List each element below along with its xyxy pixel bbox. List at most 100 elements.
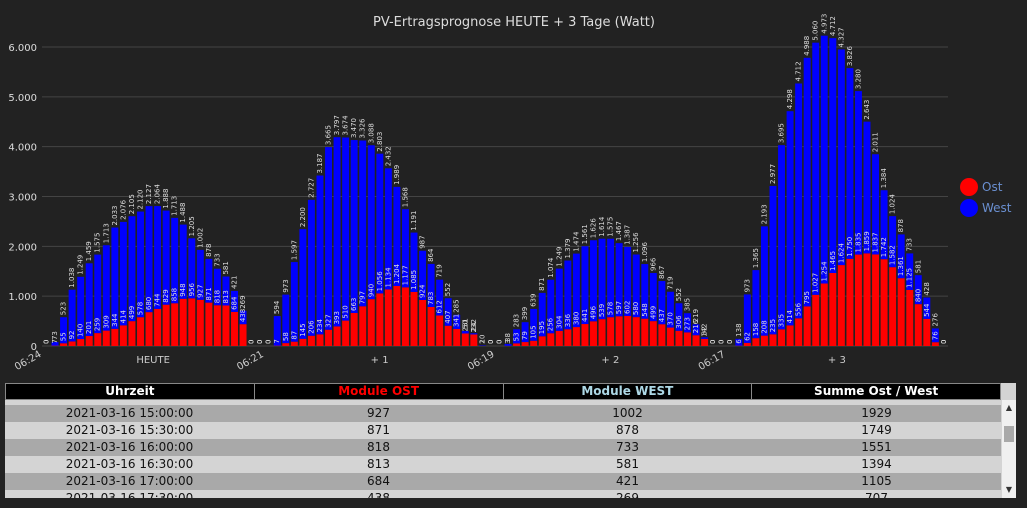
table-body[interactable]: 2021-03-16 15:00:00 927 1002 1929 2021-03-16… bbox=[5, 405, 1001, 498]
data-label-west: 733 bbox=[213, 253, 221, 266]
data-label-west: 1.459 bbox=[85, 241, 93, 261]
bar-ost bbox=[427, 306, 435, 346]
data-label-ost: 6 bbox=[735, 339, 743, 344]
bar-ost bbox=[590, 321, 597, 346]
x-axis-ticks: 06:24 HEUTE 06:21 + 1 06:19 + 2 06:17 + 3 bbox=[13, 349, 846, 373]
data-label-ost: 327 bbox=[325, 314, 333, 327]
bar-ost bbox=[137, 317, 144, 346]
data-label-ost: 438 bbox=[239, 309, 247, 322]
bar-ost bbox=[205, 302, 213, 346]
data-label-west: 0 bbox=[709, 340, 717, 344]
bar-ost bbox=[513, 343, 521, 346]
data-label-ost: 1.582 bbox=[889, 245, 897, 265]
data-label-west: 1.205 bbox=[188, 216, 196, 236]
bar-ost bbox=[666, 327, 674, 346]
data-label-west: 973 bbox=[743, 279, 751, 292]
col-header-sum: Summe Ost / West bbox=[814, 384, 939, 398]
data-label-ost: 1.085 bbox=[410, 270, 418, 290]
bar-ost bbox=[649, 321, 657, 346]
scroll-down-icon[interactable]: ▼ bbox=[1002, 484, 1016, 496]
table-scrollbar[interactable]: ▲ ▼ bbox=[1002, 400, 1016, 498]
bar-ost bbox=[231, 311, 238, 346]
table-row[interactable]: 2021-03-16 17:00:00 684 421 1105 bbox=[5, 473, 1001, 490]
data-label-west: 219 bbox=[692, 309, 700, 322]
bar-ost bbox=[547, 333, 555, 346]
x-tick-day: + 2 bbox=[601, 355, 619, 366]
data-label-ost: 602 bbox=[624, 301, 632, 314]
data-label-west: 0 bbox=[42, 340, 50, 344]
bar-ost bbox=[94, 333, 102, 346]
data-label-ost: 53 bbox=[513, 332, 521, 341]
bar-west bbox=[795, 83, 803, 319]
col-header-east: Module OST bbox=[255, 384, 504, 399]
scroll-up-icon[interactable]: ▲ bbox=[1002, 402, 1016, 414]
table-row[interactable]: 2021-03-16 16:30:00 813 581 1394 bbox=[5, 456, 1001, 473]
y-tick-label: 5.000 bbox=[8, 93, 37, 104]
bar-ost bbox=[564, 329, 572, 346]
data-label-west: 1.568 bbox=[401, 187, 409, 207]
bar-ost bbox=[607, 317, 615, 346]
table-row[interactable]: 2021-03-16 16:00:00 818 733 1551 bbox=[5, 439, 1001, 456]
data-label-ost: 195 bbox=[538, 321, 546, 334]
bar-ost bbox=[401, 287, 409, 346]
data-label-ost: 58 bbox=[282, 332, 290, 341]
table-row[interactable]: 2021-03-16 15:00:00 927 1002 1929 bbox=[5, 405, 1001, 422]
data-label-ost: 344 bbox=[111, 313, 119, 327]
table-row[interactable]: 2021-03-16 17:30:00 438 269 707 bbox=[5, 490, 1001, 498]
data-label-west: 1.575 bbox=[94, 233, 102, 253]
data-label-west: 1.096 bbox=[641, 241, 649, 262]
data-label-west: 1.365 bbox=[752, 248, 760, 268]
bar-west bbox=[299, 229, 307, 339]
data-label-ost: 1.204 bbox=[393, 263, 401, 284]
bar-ost bbox=[239, 324, 247, 346]
data-label-ost: 306 bbox=[675, 315, 683, 329]
data-label-west: 2.200 bbox=[299, 207, 307, 227]
data-label-west: 1.249 bbox=[555, 247, 563, 267]
bar-west bbox=[342, 137, 350, 321]
data-label-west: 3.470 bbox=[350, 118, 358, 138]
data-label-west: 4.327 bbox=[837, 27, 845, 47]
data-label-ost: 1.742 bbox=[880, 237, 888, 257]
data-label-ost: 1.134 bbox=[384, 267, 392, 288]
data-label-ost: 858 bbox=[171, 288, 179, 301]
x-tick-time: 06:21 bbox=[235, 349, 265, 373]
data-label-west: 733 bbox=[906, 238, 914, 251]
data-label-ost: 1.027 bbox=[812, 273, 820, 293]
y-tick-label: 1.000 bbox=[8, 292, 37, 303]
bar-west bbox=[769, 185, 777, 335]
bar-ost bbox=[829, 272, 837, 346]
bar-west bbox=[812, 42, 820, 295]
data-label-ost: 544 bbox=[923, 303, 931, 317]
bar-ost bbox=[812, 294, 820, 346]
data-label-west: 864 bbox=[427, 248, 435, 262]
data-label-west: 1.575 bbox=[607, 217, 615, 237]
data-label-west: 1.713 bbox=[102, 223, 110, 243]
bar-ost bbox=[743, 342, 751, 346]
data-label-west: 0 bbox=[940, 340, 948, 344]
y-tick-label: 6.000 bbox=[8, 43, 37, 54]
bar-west bbox=[154, 206, 162, 309]
data-label-ost: 140 bbox=[77, 324, 85, 337]
data-label-west: 0 bbox=[495, 340, 503, 344]
data-label-ost: 62 bbox=[743, 332, 751, 341]
x-tick-time: 06:17 bbox=[697, 349, 727, 373]
data-label-ost: 370 bbox=[666, 312, 674, 325]
data-label-west: 73 bbox=[51, 331, 59, 340]
data-label-ost: 948 bbox=[179, 283, 187, 296]
data-label-west: 1.191 bbox=[410, 211, 418, 231]
data-label-ost: 818 bbox=[213, 290, 221, 303]
data-label-west: 138 bbox=[735, 323, 743, 336]
data-label-west: 966 bbox=[649, 257, 657, 271]
data-label-west: 4.988 bbox=[803, 36, 811, 56]
bar-ost bbox=[282, 343, 290, 346]
data-label-ost: 1.859 bbox=[863, 231, 871, 251]
bar-ost bbox=[154, 308, 162, 346]
data-label-west: 50 bbox=[461, 320, 469, 329]
bar-ost bbox=[213, 305, 221, 346]
bar-ost bbox=[846, 258, 854, 346]
data-label-west: 3.665 bbox=[325, 125, 333, 145]
bar-west bbox=[359, 140, 367, 307]
data-label-ost: 1.465 bbox=[829, 251, 837, 271]
scroll-thumb[interactable] bbox=[1004, 426, 1014, 442]
table-row[interactable]: 2021-03-16 15:30:00 871 878 1749 bbox=[5, 422, 1001, 439]
